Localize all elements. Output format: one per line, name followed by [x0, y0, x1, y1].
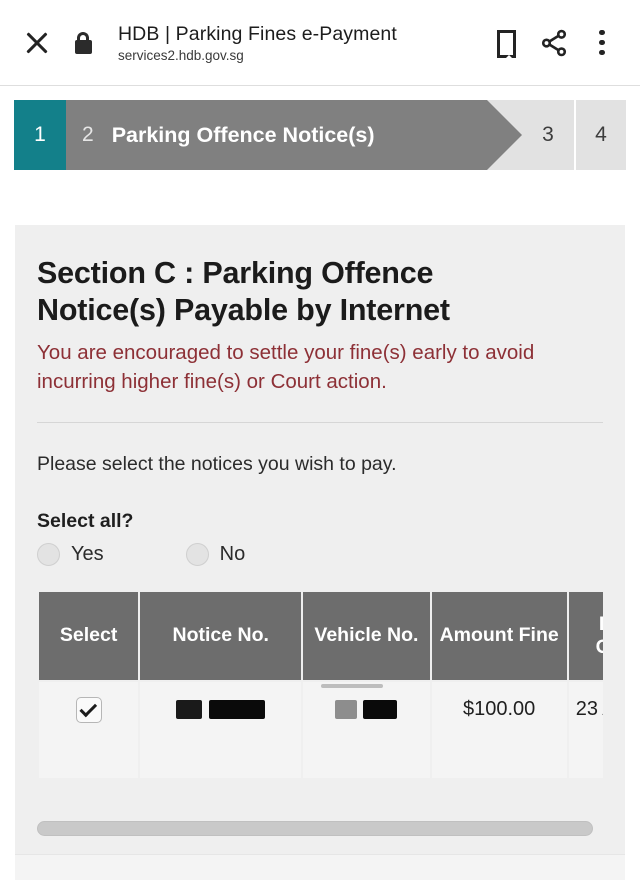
header-date-of-offence: Date of Offence: [568, 591, 603, 680]
lock-icon: [74, 31, 92, 54]
redaction-bar: [335, 699, 358, 719]
close-x-icon: [25, 30, 50, 55]
page-title: HDB | Parking Fines e-Payment: [118, 22, 397, 45]
page-url: services2.hdb.gov.sg: [118, 47, 244, 63]
check-icon: [79, 699, 97, 718]
app-screen: HDB | Parking Fines e-Payment services2.…: [0, 0, 640, 880]
cell-select[interactable]: [39, 681, 139, 778]
notices-table: Select Notice No. Vehicle No. Amount Fin…: [37, 590, 603, 780]
radio-yes-dot[interactable]: [37, 542, 60, 566]
warning-text: You are encouraged to settle your fine(s…: [37, 341, 535, 393]
cell-amount-fine: $100.00: [431, 681, 567, 778]
table-header-row: Select Notice No. Vehicle No. Amount Fin…: [39, 591, 603, 680]
header-vehicle-no: Vehicle No.: [303, 591, 430, 680]
close-button[interactable]: [14, 20, 60, 66]
more-vertical-icon: [599, 29, 605, 56]
scrollbar-thumb[interactable]: [37, 820, 593, 836]
step-2-number: 2: [82, 123, 94, 146]
table-row: $100.00 23 Aug 2020: [39, 681, 603, 778]
step-2-active[interactable]: 2 Parking Offence Notice(s): [66, 100, 522, 170]
bookmark-icon: [496, 30, 521, 67]
header-select: Select: [39, 591, 139, 680]
content-card: Section C : Parking Offence Notice(s) Pa…: [15, 225, 625, 880]
bookmark-button[interactable]: [482, 19, 530, 67]
share-icon: [541, 29, 567, 56]
select-all-label: Select all?: [37, 509, 134, 532]
radio-yes-label: Yes: [71, 542, 104, 565]
row-checkbox-checked[interactable]: [75, 697, 102, 724]
redacted-vehicle-no: [309, 683, 423, 719]
cell-date-of-offence: 23 Aug 2020: [568, 681, 603, 778]
radio-option-no[interactable]: No: [185, 542, 246, 566]
radio-no-label: No: [219, 542, 246, 565]
step-2-label: Parking Offence Notice(s): [111, 122, 375, 147]
redacted-notice-no: [146, 696, 295, 719]
progress-stepper: 1 2 Parking Offence Notice(s) 3 4: [14, 100, 626, 170]
toolbar-actions: [482, 19, 626, 67]
select-all-radio-group: Yes No: [37, 542, 603, 566]
radio-no-dot[interactable]: [185, 542, 209, 566]
radio-option-yes[interactable]: Yes: [37, 542, 104, 566]
redaction-bar: [209, 699, 266, 719]
header-amount-fine: Amount Fine: [431, 591, 567, 680]
horizontal-scrollbar[interactable]: [37, 820, 603, 836]
step-1[interactable]: 1: [14, 100, 66, 170]
cell-vehicle-no: [303, 681, 430, 778]
header-notice-no: Notice No.: [140, 591, 302, 680]
redaction-bar: [363, 699, 398, 719]
step-4[interactable]: 4: [574, 100, 626, 170]
cell-notice-no: [140, 681, 302, 778]
site-security-button[interactable]: [60, 20, 106, 66]
redaction-bar: [176, 699, 203, 719]
divider: [37, 421, 603, 423]
notices-table-wrapper: Select Notice No. Vehicle No. Amount Fin…: [37, 590, 603, 780]
instruction-text: Please select the notices you wish to pa…: [37, 452, 397, 475]
card-bottom-strip: [15, 854, 625, 880]
more-menu-button[interactable]: [578, 19, 626, 67]
address-bar[interactable]: HDB | Parking Fines e-Payment services2.…: [106, 23, 482, 63]
share-button[interactable]: [530, 19, 578, 67]
section-title: Section C : Parking Offence Notice(s) Pa…: [37, 256, 450, 328]
browser-toolbar: HDB | Parking Fines e-Payment services2.…: [0, 0, 640, 86]
